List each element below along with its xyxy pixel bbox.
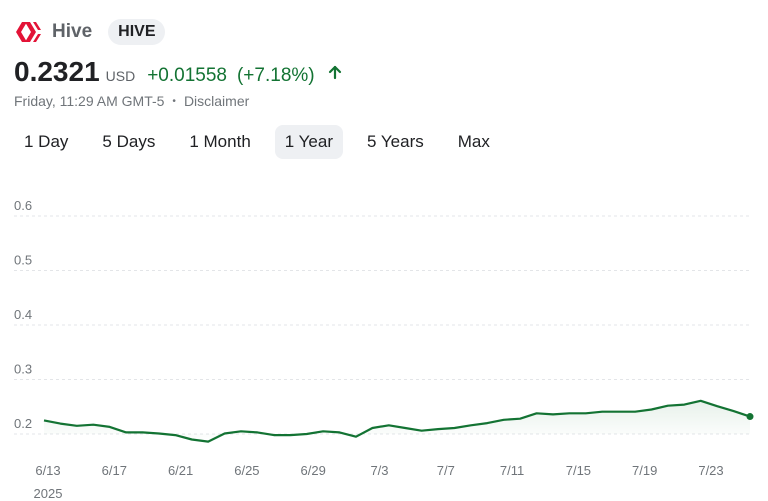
quote-header: Hive HIVE [14, 16, 166, 48]
meta-separator: • [172, 95, 176, 107]
coin-name: Hive [52, 21, 93, 42]
tab-5-days[interactable]: 5 Days [92, 125, 165, 159]
ticker-badge: HIVE [108, 19, 166, 45]
tab-max[interactable]: Max [448, 125, 500, 159]
y-tick-label: 0.3 [14, 362, 32, 377]
x-tick-label: 7/7 [437, 463, 455, 478]
tab-1-day[interactable]: 1 Day [14, 125, 78, 159]
x-tick-label: 7/19 [632, 463, 657, 478]
x-tick-label: 7/3 [370, 463, 388, 478]
price-change-percent: (+7.18%) [236, 65, 315, 86]
current-price: 0.2321 [14, 56, 100, 87]
price-chart[interactable]: 0.6 0.5 0.4 0.3 0.2 6/13 6/17 6/21 6/25 6/29 7/3 7… [0, 180, 768, 501]
x-tick-year-label: 2025 [34, 486, 63, 501]
x-tick-label: 7/15 [566, 463, 591, 478]
tab-1-year[interactable]: 1 Year [274, 125, 344, 159]
price-area-fill [44, 400, 750, 442]
y-tick-label: 0.5 [14, 253, 32, 268]
x-tick-label: 6/13 [35, 463, 60, 478]
y-tick-label: 0.2 [14, 416, 32, 431]
currency-label: USD [105, 68, 136, 84]
price-row: 0.2321 USD +0.01558 (+7.18%) [14, 56, 343, 88]
x-tick-label: 6/25 [234, 463, 259, 478]
y-tick-label: 0.6 [14, 198, 32, 213]
x-tick-label: 6/21 [168, 463, 193, 478]
price-change: +0.01558 [147, 65, 227, 86]
tab-1-month[interactable]: 1 Month [179, 125, 260, 159]
range-tabs: 1 Day 5 Days 1 Month 1 Year 5 Years Max [14, 124, 514, 160]
quote-meta: Friday, 11:29 AM GMT-5 • Disclaimer [14, 93, 249, 109]
tab-5-years[interactable]: 5 Years [357, 125, 434, 159]
hive-logo-icon [16, 22, 41, 42]
x-tick-label: 7/23 [698, 463, 723, 478]
current-price-marker [746, 413, 754, 421]
quote-timestamp: Friday, 11:29 AM GMT-5 [14, 93, 165, 109]
x-tick-label: 7/11 [500, 463, 524, 478]
arrow-up-icon [328, 65, 341, 80]
x-tick-label: 6/17 [102, 463, 127, 478]
y-tick-label: 0.4 [14, 307, 32, 322]
disclaimer-link[interactable]: Disclaimer [184, 93, 249, 109]
x-tick-label: 6/29 [301, 463, 326, 478]
